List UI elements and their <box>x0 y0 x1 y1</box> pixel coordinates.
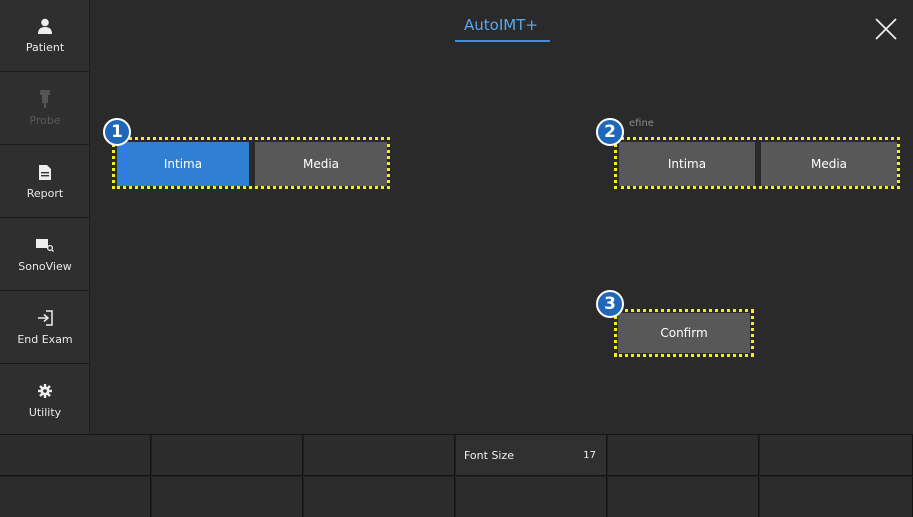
close-icon[interactable] <box>875 18 897 40</box>
image-search-icon <box>36 236 54 254</box>
softkey-10[interactable] <box>456 477 607 517</box>
user-icon <box>36 17 54 35</box>
confirm-button[interactable]: Confirm <box>618 313 750 353</box>
left-media-button[interactable]: Media <box>255 142 387 186</box>
probe-icon <box>36 90 54 108</box>
right-intima-button[interactable]: Intima <box>619 142 755 186</box>
right-group-label: efine <box>629 118 654 129</box>
softkey-2[interactable] <box>152 435 303 476</box>
softkey-11[interactable] <box>608 477 759 517</box>
sidebar-item-label: Patient <box>25 41 65 54</box>
sidebar-item-label: End Exam <box>17 333 73 346</box>
step-badge-3: 3 <box>596 290 624 318</box>
exit-icon <box>36 309 54 327</box>
right-segmented-control: Intima Media <box>618 141 898 189</box>
softkey-9[interactable] <box>304 477 455 517</box>
title-underline <box>455 40 550 42</box>
step-badge-1: 1 <box>103 118 131 146</box>
sidebar-item-label: Report <box>26 187 64 200</box>
sidebar-item-label: Utility <box>28 406 62 419</box>
left-intima-button[interactable]: Intima <box>117 142 249 186</box>
sidebar-item-utility[interactable]: Utility <box>0 365 90 437</box>
bottom-softkey-bar: Font Size 17 <box>0 434 913 517</box>
sidebar-item-label: SonoView <box>18 260 72 273</box>
font-size-label: Font Size <box>464 449 515 462</box>
softkey-7[interactable] <box>0 477 151 517</box>
softkey-1[interactable] <box>0 435 151 476</box>
sidebar-item-report[interactable]: Report <box>0 146 90 218</box>
sidebar-item-end-exam[interactable]: End Exam <box>0 292 90 364</box>
softkey-8[interactable] <box>152 477 303 517</box>
right-media-button[interactable]: Media <box>761 142 897 186</box>
softkey-6[interactable] <box>760 435 913 476</box>
sidebar-item-label: Probe <box>29 114 61 127</box>
font-size-softkey[interactable]: Font Size 17 <box>456 435 607 476</box>
sidebar-item-patient[interactable]: Patient <box>0 0 90 72</box>
page-title: AutoIMT+ <box>464 16 538 34</box>
step-badge-2: 2 <box>596 118 624 146</box>
autoimt-panel: AutoIMT+ Intima Media 1 efine Intima Med… <box>91 0 913 434</box>
sidebar-item-sonoview[interactable]: SonoView <box>0 219 90 291</box>
softkey-3[interactable] <box>304 435 455 476</box>
document-icon <box>36 163 54 181</box>
sidebar: Patient Probe Report SonoView End Exam U… <box>0 0 90 437</box>
gear-icon <box>36 382 54 400</box>
font-size-value: 17 <box>583 450 596 461</box>
softkey-5[interactable] <box>608 435 759 476</box>
left-segmented-control: Intima Media <box>116 141 388 189</box>
softkey-12[interactable] <box>760 477 913 517</box>
sidebar-item-probe: Probe <box>0 73 90 145</box>
